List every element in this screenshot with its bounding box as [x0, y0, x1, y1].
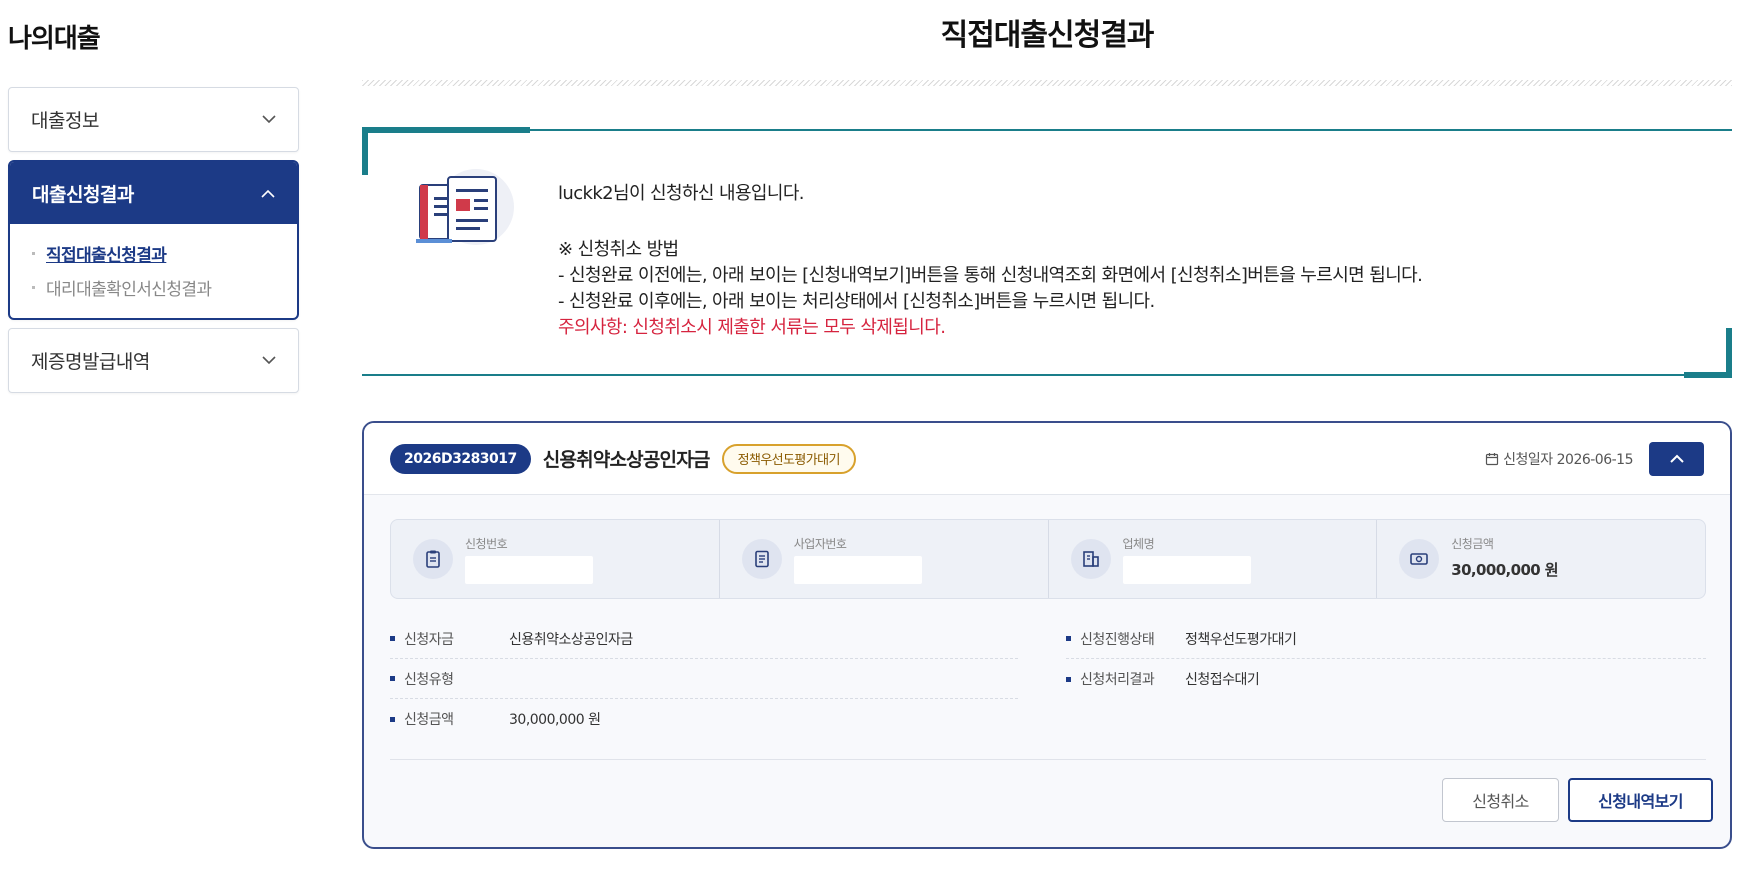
notice-line: - 신청완료 이후에는, 아래 보이는 처리상태에서 [신청취소]버튼을 누르시… — [558, 291, 1155, 312]
bullet-icon — [1066, 676, 1071, 682]
chevron-down-icon — [260, 352, 278, 370]
detail-value: 30,000,000 원 — [509, 712, 601, 728]
menu-label: 제증명발급내역 — [31, 351, 150, 373]
detail-column-right: 신청진행상태 정책우선도평가대기 신청처리결과 신청접수대기 — [1066, 619, 1706, 699]
submenu: 직접대출신청결과 대리대출확인서신청결과 — [10, 224, 297, 318]
cancel-application-button[interactable]: 신청취소 — [1442, 778, 1559, 822]
application-number-badge: 2026D3283017 — [390, 443, 531, 474]
application-card: 2026D3283017 신용취약소상공인자금 정책우선도평가대기 신청일자 2… — [362, 421, 1732, 849]
collapse-button[interactable] — [1649, 441, 1704, 476]
notice-text: luckk2님이 신청하신 내용입니다. ※ 신청취소 방법 - 신청완료 이전… — [558, 181, 1423, 341]
summary-label: 사업자번호 — [793, 536, 847, 551]
menu-loan-result: 대출신청결과 직접대출신청결과 대리대출확인서신청결과 — [8, 160, 299, 320]
detail-value: 정책우선도평가대기 — [1185, 631, 1297, 648]
menu-certificates-toggle[interactable]: 제증명발급내역 — [9, 329, 298, 392]
notice-warning: 주의사항: 신청취소시 제출한 서류는 모두 삭제됩니다. — [558, 317, 946, 338]
menu-label: 대출정보 — [31, 110, 99, 132]
summary-business-number: 사업자번호 — [720, 520, 1049, 598]
page-title: 직접대출신청결과 — [940, 18, 1155, 53]
detail-value: 신용취약소상공인자금 — [509, 631, 633, 648]
view-application-button[interactable]: 신청내역보기 — [1568, 778, 1713, 822]
notice-greeting: luckk2님이 신청하신 내용입니다. — [558, 183, 805, 204]
detail-key: 신청처리결과 — [1080, 672, 1155, 688]
detail-value: 신청접수대기 — [1185, 672, 1260, 688]
chevron-down-icon — [260, 111, 278, 129]
summary-label: 신청금액 — [1451, 536, 1494, 551]
bullet-icon — [1066, 636, 1071, 641]
bullet-icon — [390, 676, 395, 681]
money-icon — [1399, 539, 1440, 579]
fund-name: 신용취약소상공인자금 — [542, 449, 711, 471]
summary-amount: 신청금액 30,000,000 원 — [1377, 520, 1705, 598]
menu-loan-result-toggle[interactable]: 대출신청결과 — [10, 162, 297, 224]
chevron-up-icon — [1669, 454, 1684, 463]
detail-row: 신청처리결과 신청접수대기 — [1066, 659, 1706, 699]
corner-decoration — [1726, 328, 1732, 378]
detail-key: 신청자금 — [404, 631, 454, 648]
detail-row: 신청유형 — [390, 659, 1018, 699]
summary-value — [793, 555, 922, 584]
menu-label: 대출신청결과 — [32, 183, 134, 206]
submenu-item-direct-loan-result[interactable]: 직접대출신청결과 — [32, 236, 297, 270]
summary-label: 업체명 — [1122, 536, 1155, 551]
summary-company-name: 업체명 — [1049, 520, 1378, 598]
submenu-item-proxy-loan-result[interactable]: 대리대출확인서신청결과 — [32, 270, 297, 304]
chevron-up-icon — [259, 184, 277, 202]
detail-key: 신청금액 — [404, 712, 454, 728]
detail-key: 신청유형 — [404, 671, 454, 688]
document-illustration-icon — [406, 167, 518, 257]
detail-column-left: 신청자금 신용취약소상공인자금 신청유형 신청금액 30,000,000 원 — [390, 619, 1018, 739]
notice-line: - 신청완료 이전에는, 아래 보이는 [신청내역보기]버튼을 통해 신청내역조… — [558, 265, 1423, 286]
sidebar-title: 나의대출 — [8, 24, 101, 54]
date-text: 신청일자 2026-06-15 — [1503, 451, 1633, 468]
detail-row: 신청금액 30,000,000 원 — [390, 699, 1018, 739]
document-icon — [741, 539, 782, 579]
application-date: 신청일자 2026-06-15 — [1485, 449, 1633, 469]
submenu-label: 대리대출확인서신청결과 — [46, 279, 212, 300]
bullet-icon — [390, 716, 395, 722]
detail-row: 신청자금 신용취약소상공인자금 — [390, 619, 1018, 659]
summary-value — [1122, 555, 1251, 584]
notice-heading: ※ 신청취소 방법 — [558, 239, 679, 260]
building-icon — [1070, 539, 1111, 579]
card-divider — [390, 759, 1706, 760]
summary-value: 30,000,000 원 — [1451, 561, 1558, 579]
corner-decoration — [362, 127, 368, 175]
card-header: 2026D3283017 신용취약소상공인자금 정책우선도평가대기 신청일자 2… — [364, 423, 1730, 495]
summary-bar: 신청번호 사업자번호 업체명 신청금액 30,000,000 원 — [390, 519, 1706, 599]
bullet-icon — [32, 285, 35, 289]
summary-application-number: 신청번호 — [391, 520, 720, 598]
menu-loan-info: 대출정보 — [8, 87, 299, 152]
menu-certificates: 제증명발급내역 — [8, 328, 299, 393]
notice-box: luckk2님이 신청하신 내용입니다. ※ 신청취소 방법 - 신청완료 이전… — [362, 127, 1732, 378]
clipboard-icon — [413, 539, 453, 579]
sidebar-menu: 대출정보 대출신청결과 직접대출신청결과 대리대출확인서신청결과 제증명발급내역 — [8, 87, 299, 401]
bullet-icon — [32, 251, 35, 255]
summary-label: 신청번호 — [465, 536, 508, 551]
title-divider — [362, 80, 1732, 86]
menu-loan-info-toggle[interactable]: 대출정보 — [9, 88, 298, 151]
bullet-icon — [390, 636, 395, 641]
corner-decoration — [362, 127, 530, 133]
submenu-label: 직접대출신청결과 — [46, 245, 167, 266]
calendar-icon — [1486, 452, 1499, 465]
corner-decoration — [1684, 372, 1732, 378]
detail-row: 신청진행상태 정책우선도평가대기 — [1066, 619, 1706, 659]
summary-value — [465, 555, 593, 584]
card-header-right: 신청일자 2026-06-15 — [1485, 441, 1704, 476]
status-badge: 정책우선도평가대기 — [721, 443, 856, 474]
detail-key: 신청진행상태 — [1080, 631, 1155, 648]
